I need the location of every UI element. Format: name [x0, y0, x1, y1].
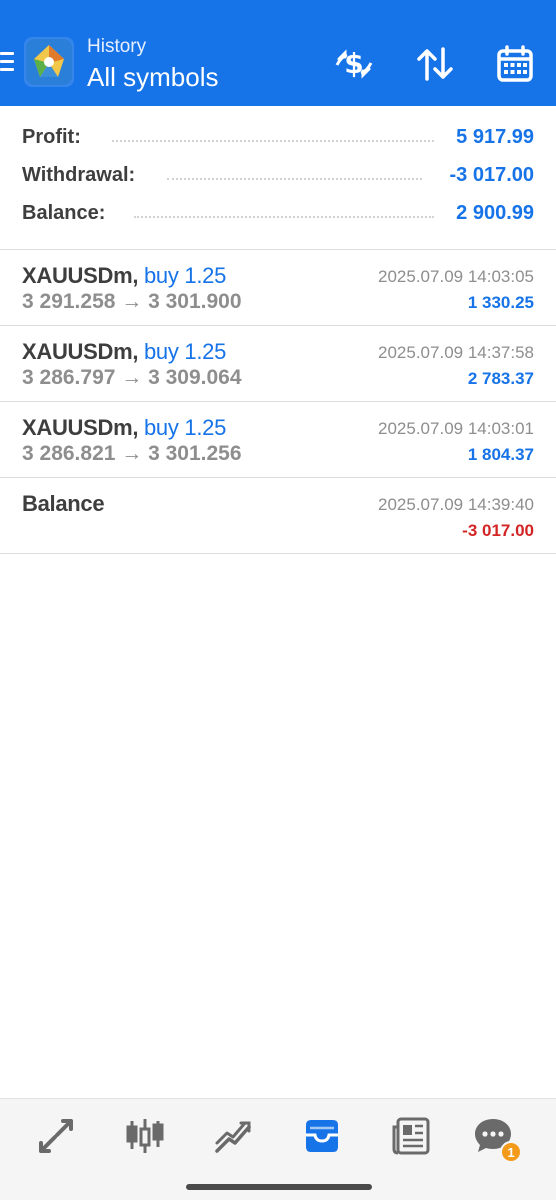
metatrader-logo-icon — [24, 37, 74, 87]
deal-side: buy 1.25 — [144, 263, 227, 288]
balance-operation-row[interactable]: Balance 2025.07.09 14:39:40 -3 017.00 — [0, 478, 556, 554]
header-subtitle: History — [87, 36, 147, 57]
news-icon — [392, 1117, 430, 1155]
quotes-arrows-icon — [39, 1119, 73, 1153]
candlestick-icon — [126, 1119, 164, 1153]
dotted-leader — [134, 216, 434, 218]
withdrawal-row: Withdrawal: -3 017.00 — [22, 164, 534, 194]
profit-label: Profit: — [22, 126, 87, 149]
deal-prices: 3 286.797 → 3 309.064 — [22, 366, 242, 389]
nav-trade[interactable] — [211, 1113, 257, 1159]
deal-side: buy 1.25 — [144, 339, 227, 364]
date-filter-button[interactable] — [493, 42, 537, 86]
balance-label: Balance: — [22, 202, 112, 225]
sort-arrows-icon — [417, 47, 453, 81]
inbox-tray-icon — [306, 1120, 338, 1152]
withdrawal-value: -3 017.00 — [449, 164, 534, 186]
nav-quotes[interactable] — [33, 1113, 79, 1159]
nav-history[interactable] — [299, 1113, 345, 1159]
deal-profit: 2 783.37 — [467, 369, 534, 388]
deal-row[interactable]: XAUUSDm, buy 1.25 3 286.821 → 3 301.256 … — [0, 402, 556, 478]
dollar-exchange-icon: $ — [335, 47, 373, 80]
deal-symbol: XAUUSDm, buy 1.25 — [22, 415, 227, 440]
profit-value: 5 917.99 — [456, 126, 534, 148]
deal-symbol: XAUUSDm, buy 1.25 — [22, 339, 227, 364]
deal-time: 2025.07.09 14:37:58 — [378, 343, 534, 362]
sort-button[interactable] — [413, 42, 457, 86]
deal-prices: 3 286.821 → 3 301.256 — [22, 442, 242, 465]
nav-news[interactable] — [388, 1113, 434, 1159]
trade-chart-icon — [215, 1121, 251, 1153]
deposit-withdraw-button[interactable]: $ — [332, 42, 376, 86]
deal-time: 2025.07.09 14:03:05 — [378, 267, 534, 286]
menu-icon[interactable] — [0, 52, 16, 74]
deal-time: 2025.07.09 14:39:40 — [378, 495, 534, 514]
balance-row: Balance: 2 900.99 — [22, 202, 534, 232]
deal-profit: 1 330.25 — [467, 293, 534, 312]
deal-time: 2025.07.09 14:03:01 — [378, 419, 534, 438]
deal-profit: -3 017.00 — [462, 521, 534, 540]
deal-symbol: XAUUSDm, buy 1.25 — [22, 263, 227, 288]
withdrawal-label: Withdrawal: — [22, 164, 142, 187]
nav-chart[interactable] — [122, 1113, 168, 1159]
dotted-leader — [167, 178, 422, 180]
history-summary: Profit: 5 917.99 Withdrawal: -3 017.00 B… — [0, 106, 556, 250]
home-indicator — [186, 1184, 372, 1190]
deal-profit: 1 804.37 — [467, 445, 534, 464]
chat-badge: 1 — [500, 1141, 522, 1163]
deal-row[interactable]: XAUUSDm, buy 1.25 3 286.797 → 3 309.064 … — [0, 326, 556, 402]
balance-value: 2 900.99 — [456, 202, 534, 224]
header-title[interactable]: All symbols — [87, 62, 218, 93]
nav-chat[interactable]: 1 — [470, 1113, 522, 1163]
deal-symbol: Balance — [22, 491, 105, 516]
svg-text:$: $ — [344, 47, 363, 80]
deal-row[interactable]: XAUUSDm, buy 1.25 3 291.258 → 3 301.900 … — [0, 250, 556, 326]
calendar-icon — [497, 45, 533, 82]
deal-side: buy 1.25 — [144, 415, 227, 440]
dotted-leader — [112, 140, 434, 142]
profit-row: Profit: 5 917.99 — [22, 126, 534, 156]
deal-prices: 3 291.258 → 3 301.900 — [22, 290, 242, 313]
app-header: History All symbols $ — [0, 0, 556, 106]
